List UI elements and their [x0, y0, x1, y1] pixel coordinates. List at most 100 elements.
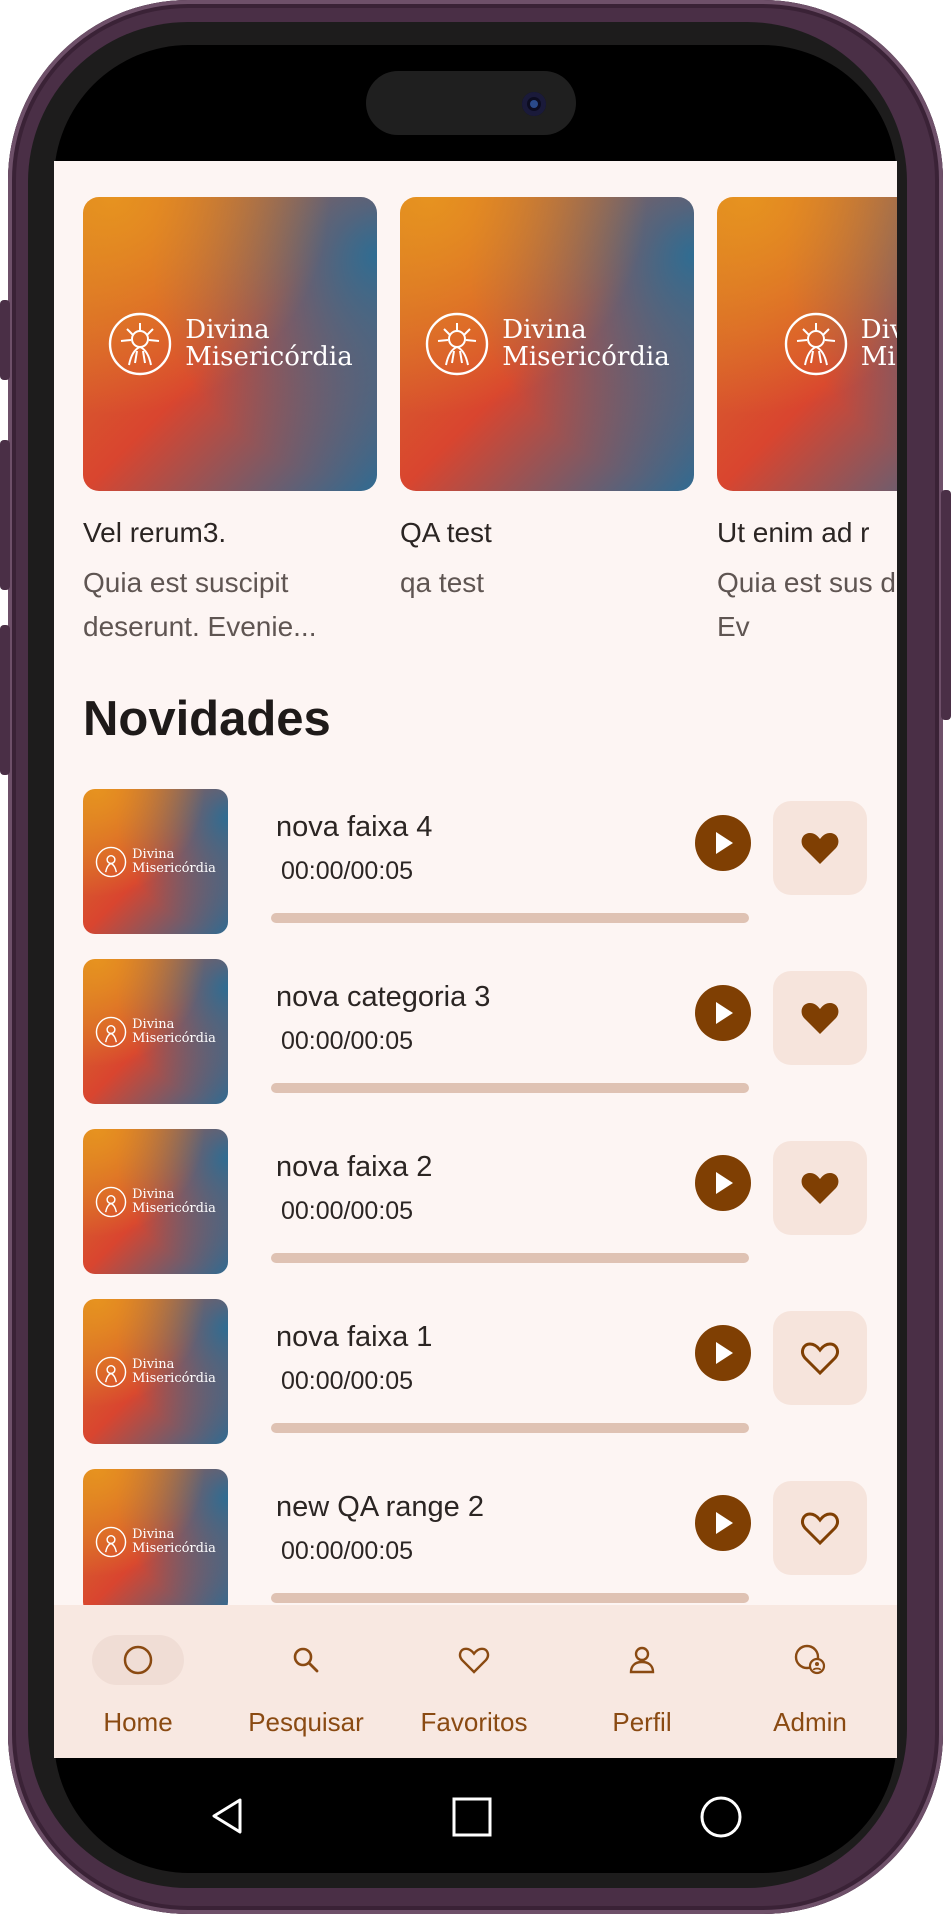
logo-line1: Divina [132, 1016, 175, 1032]
nav-indicator [260, 1635, 352, 1685]
track-time: 00:00/00:05 [281, 1537, 414, 1565]
logo-line1: Divina [860, 314, 897, 345]
progress-bar[interactable] [271, 1593, 749, 1603]
progress-bar[interactable] [271, 913, 749, 923]
admin-icon [794, 1644, 826, 1675]
track-title: nova faixa 4 [276, 811, 433, 843]
carousel-card[interactable]: Divina Misericórdia Vel rerum3. Quia est… [83, 197, 377, 649]
track-row[interactable]: Divina Misericórdia new QA range 2 00:00… [83, 1469, 873, 1615]
favorite-button[interactable] [773, 1141, 867, 1235]
track-title: nova faixa 1 [276, 1321, 433, 1353]
favorite-button[interactable] [773, 971, 867, 1065]
favorite-button[interactable] [773, 801, 867, 895]
recents-circle-icon[interactable] [699, 1795, 743, 1839]
heart-outline-icon [801, 1512, 839, 1546]
nav-item-home[interactable]: Home [54, 1605, 222, 1758]
nav-item-favoritos[interactable]: Favoritos [390, 1605, 558, 1758]
progress-bar[interactable] [271, 1083, 749, 1093]
action-button [0, 625, 10, 775]
card-cover-image: Divina Miser [717, 197, 897, 491]
nav-item-perfil[interactable]: Perfil [558, 1605, 726, 1758]
play-button[interactable] [695, 815, 751, 871]
track-time: 00:00/00:05 [281, 1197, 414, 1225]
logo-line2: Misericórdia [132, 1540, 216, 1556]
card-title: Ut enim ad r [717, 517, 870, 548]
play-icon [716, 1342, 733, 1364]
card-description: qa test [400, 567, 485, 598]
carousel-card[interactable]: Divina Misericórdia QA test qa test [400, 197, 694, 605]
nav-indicator [596, 1635, 688, 1685]
nav-indicator [92, 1635, 184, 1685]
divina-misericordia-logo: Divina Misericórdia [95, 846, 216, 878]
divina-misericordia-logo: Divina Miser [783, 311, 897, 377]
sacred-heart-icon [95, 1356, 127, 1387]
nav-label: Pesquisar [248, 1707, 364, 1737]
logo-line1: Divina [502, 314, 587, 345]
card-title: QA test [400, 517, 492, 548]
logo-line1: Divina [185, 314, 270, 345]
nav-item-pesquisar[interactable]: Pesquisar [222, 1605, 390, 1758]
logo-line2: Miser [860, 342, 897, 372]
track-time: 00:00/00:05 [281, 857, 414, 885]
divina-misericordia-logo: Divina Misericórdia [424, 311, 670, 377]
track-row[interactable]: Divina Misericórdia nova faixa 4 00:00/0… [83, 789, 873, 935]
logo-line2: Misericórdia [185, 342, 353, 372]
favorite-button[interactable] [773, 1481, 867, 1575]
card-cover-image: Divina Misericórdia [400, 197, 694, 491]
sacred-heart-icon [426, 312, 489, 376]
heart-filled-icon [801, 1173, 839, 1204]
sacred-heart-icon [95, 1016, 127, 1047]
nav-label: Admin [773, 1707, 847, 1737]
play-icon [716, 1172, 733, 1194]
track-thumbnail: Divina Misericórdia [83, 1299, 228, 1444]
track-title: nova categoria 3 [276, 981, 491, 1013]
volume-down-button [0, 440, 10, 590]
nav-label: Perfil [612, 1707, 672, 1737]
nav-label: Home [103, 1707, 173, 1737]
track-title: new QA range 2 [276, 1491, 484, 1523]
play-icon [716, 832, 733, 854]
play-button[interactable] [695, 1155, 751, 1211]
nav-indicator [764, 1635, 856, 1685]
camera-icon [522, 92, 546, 116]
logo-line1: Divina [132, 1526, 175, 1542]
playlist-carousel[interactable]: Divina Misericórdia Vel rerum3. Quia est… [83, 197, 897, 677]
divina-misericordia-logo: Divina Misericórdia [95, 1016, 216, 1048]
person-icon [629, 1646, 655, 1674]
track-thumbnail: Divina Misericórdia [83, 959, 228, 1104]
nav-label: Favoritos [420, 1707, 528, 1737]
carousel-card[interactable]: Divina Miser Ut enim ad r Quia est sus d… [717, 197, 897, 649]
track-row[interactable]: Divina Misericórdia nova categoria 3 00:… [83, 959, 873, 1105]
divina-misericordia-logo: Divina Misericórdia [95, 1356, 216, 1388]
back-icon[interactable] [209, 1796, 245, 1836]
progress-bar[interactable] [271, 1423, 749, 1433]
nav-item-admin[interactable]: Admin [726, 1605, 894, 1758]
play-button[interactable] [695, 1325, 751, 1381]
heart-filled-icon [801, 833, 839, 864]
nav-indicator [428, 1635, 520, 1685]
favorite-button[interactable] [773, 1311, 867, 1405]
sacred-heart-icon [95, 1186, 127, 1217]
section-title: Novidades [83, 692, 331, 746]
system-navigation-bar [54, 1758, 897, 1872]
card-description: Quia est sus deserunt. Ev [717, 567, 897, 642]
track-thumbnail: Divina Misericórdia [83, 1129, 228, 1274]
play-button[interactable] [695, 1495, 751, 1551]
power-button [941, 490, 951, 720]
logo-line1: Divina [132, 1356, 175, 1372]
track-row[interactable]: Divina Misericórdia nova faixa 1 00:00/0… [83, 1299, 873, 1445]
play-icon [716, 1002, 733, 1024]
play-button[interactable] [695, 985, 751, 1041]
track-thumbnail: Divina Misericórdia [83, 789, 228, 934]
search-icon [293, 1647, 319, 1673]
track-row[interactable]: Divina Misericórdia nova faixa 2 00:00/0… [83, 1129, 873, 1275]
home-square-icon[interactable] [451, 1796, 493, 1838]
heart-icon [458, 1647, 490, 1674]
card-cover-image: Divina Misericórdia [83, 197, 377, 491]
progress-bar[interactable] [271, 1253, 749, 1263]
divina-misericordia-logo: Divina Misericórdia [107, 311, 353, 377]
track-thumbnail: Divina Misericórdia [83, 1469, 228, 1614]
track-time: 00:00/00:05 [281, 1027, 414, 1055]
card-title: Vel rerum3. [83, 517, 227, 548]
play-icon [716, 1512, 733, 1534]
